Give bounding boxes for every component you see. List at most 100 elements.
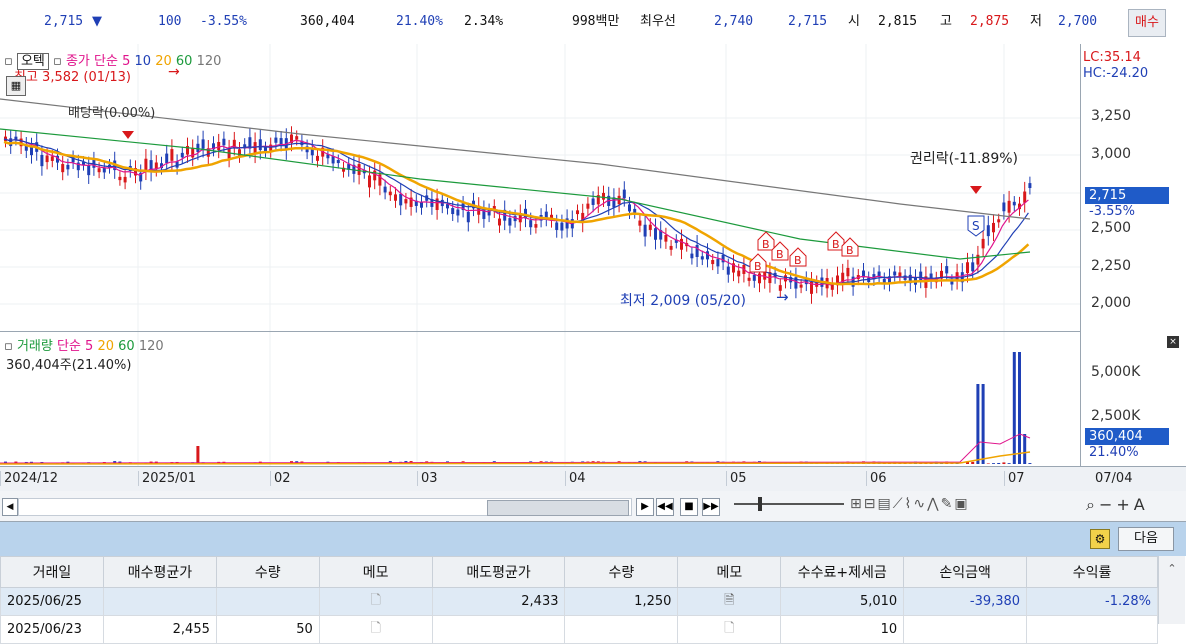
open-label: 시 — [848, 9, 860, 35]
chart-icon[interactable]: ▤ — [877, 496, 892, 512]
candle-body — [696, 245, 699, 257]
layout-icon[interactable]: ⊟ — [864, 496, 878, 512]
sell-signal-marker: S — [968, 216, 984, 236]
rewind-icon[interactable]: ◀◀ — [656, 498, 674, 516]
next-button[interactable]: 다음 — [1118, 527, 1174, 551]
cell-sell-avg: 2,433 — [432, 588, 565, 616]
candle-body — [633, 209, 636, 213]
fast-forward-icon[interactable]: ▶▶ — [702, 498, 720, 516]
scroll-up-icon[interactable]: ⌃ — [1159, 562, 1185, 575]
zoom-in-icon[interactable]: + — [1116, 495, 1133, 514]
trade-history-panel: ⚙ 다음 거래일 매수평균가 수량 메모 매도평균가 수량 메모 수수료+제세금… — [0, 522, 1186, 624]
svg-text:B: B — [762, 238, 770, 251]
wave-icon[interactable]: ∿ — [913, 496, 927, 512]
play-icon[interactable]: ▶ — [636, 498, 654, 516]
candle-body — [534, 224, 537, 228]
calendar-icon[interactable]: ▦ — [6, 76, 26, 96]
candle-body — [144, 159, 147, 171]
cell-sell-qty — [565, 616, 678, 644]
settings-gear-icon[interactable]: ⚙ — [1090, 529, 1110, 549]
font-icon[interactable]: A — [1134, 495, 1149, 514]
memo-icon[interactable]: 🗋 — [319, 616, 432, 644]
candle-body — [987, 225, 990, 236]
cell-buy-qty — [216, 588, 319, 616]
buy-button[interactable]: 매수 — [1128, 9, 1166, 37]
save-chart-icon[interactable]: ▣ — [954, 496, 969, 512]
ma-10-line — [4, 139, 1028, 284]
drawing-tools[interactable]: ⊞⊟▤⟋⌇∿⋀✎▣ — [850, 496, 970, 512]
candle-body — [264, 148, 267, 152]
zoom-tools[interactable]: ⌕−+A — [1086, 495, 1149, 515]
quote-bar: 2,715 ▼ 100 -3.55% 360,404 21.40% 2.34% … — [0, 0, 1186, 45]
rights-annotation: 권리락(-11.89%) — [910, 148, 1018, 168]
trendline-icon[interactable]: ⟋ — [893, 496, 905, 512]
candle-body — [118, 177, 121, 180]
col-fee[interactable]: 수수료+제세금 — [781, 557, 904, 588]
memo-icon[interactable]: 🗋 — [319, 588, 432, 616]
scroll-left-icon[interactable]: ◀ — [2, 498, 18, 516]
candle-body — [638, 221, 641, 226]
table-row[interactable]: 2025/06/25 🗋 2,433 1,250 🗎 5,010 -39,380… — [1, 588, 1158, 616]
table-scrollbar[interactable]: ⌃ — [1158, 556, 1185, 624]
col-sell-avg[interactable]: 매도평균가 — [432, 557, 565, 588]
col-buy-avg[interactable]: 매수평균가 — [103, 557, 216, 588]
candle-body — [170, 149, 173, 161]
volume-bar — [196, 446, 199, 464]
scroll-track[interactable] — [18, 498, 632, 516]
volume-bar — [1018, 352, 1021, 464]
cell-fee: 5,010 — [781, 588, 904, 616]
col-profit[interactable]: 손익금액 — [904, 557, 1027, 588]
candle-body — [259, 139, 262, 150]
candle-body — [846, 268, 849, 276]
candle-body — [217, 142, 220, 150]
memo-icon[interactable]: 🗋 — [678, 616, 781, 644]
pattern-icon[interactable]: ⋀ — [927, 496, 940, 512]
col-buy-memo[interactable]: 메모 — [319, 557, 432, 588]
table-row[interactable]: 2025/06/23 2,455 50 🗋 🗋 10 — [1, 616, 1158, 644]
candle-body — [368, 175, 371, 187]
candle-body — [40, 155, 43, 166]
candle-body — [945, 266, 948, 273]
candle-body — [196, 144, 199, 152]
candle-body — [389, 192, 392, 196]
col-return[interactable]: 수익률 — [1027, 557, 1158, 588]
candle-body — [508, 218, 511, 225]
stop-icon[interactable]: ■ — [680, 498, 698, 516]
volume-bar — [1013, 352, 1016, 464]
candle-body — [997, 219, 1000, 222]
volume-ma-20: 20 — [97, 339, 114, 354]
col-sell-memo[interactable]: 메모 — [678, 557, 781, 588]
buy-signal-marker: B — [790, 248, 806, 267]
candle-body — [404, 199, 407, 203]
volume-bar — [971, 462, 974, 464]
candle-body — [992, 223, 995, 232]
paint-icon[interactable]: ✎ — [941, 496, 955, 512]
col-buy-qty[interactable]: 수량 — [216, 557, 319, 588]
volume-subtitle: 360,404주(21.40%) — [6, 354, 131, 373]
scroll-thumb[interactable] — [487, 500, 629, 516]
candle-body — [878, 272, 881, 276]
candle-body — [436, 198, 439, 209]
high-annotation: 최고 3,582 (01/13) — [14, 66, 131, 85]
col-sell-qty[interactable]: 수량 — [565, 557, 678, 588]
current-price-tag: 2,715 — [1085, 187, 1169, 204]
zoom-out-icon[interactable]: − — [1099, 495, 1116, 514]
zoom-slider-handle[interactable] — [758, 497, 762, 511]
price-chart-canvas: BBBBBBS — [0, 44, 1080, 331]
volume-chart[interactable]: ▫ 거래량 단순 5 20 60 120 360,404주(21.40%) — [0, 332, 1080, 466]
price-chart[interactable]: BBBBBBS ▫ 오텍 ▫ 종가 단순 5 10 20 60 120 최고 3… — [0, 44, 1080, 332]
search-icon[interactable]: ⌕ — [1086, 495, 1099, 514]
volume-ratio: 21.40% — [396, 9, 443, 35]
candle-body — [181, 153, 184, 157]
close-panel-icon[interactable]: × — [1167, 336, 1179, 348]
candle-body — [966, 262, 969, 273]
price-change: 100 — [158, 9, 181, 35]
grid-icon[interactable]: ⊞ — [850, 496, 864, 512]
volume-bar — [1028, 463, 1031, 464]
volume-bar — [976, 384, 979, 464]
zoom-slider[interactable] — [734, 503, 844, 505]
memo-edit-icon[interactable]: 🗎 — [678, 588, 781, 616]
col-trade-date[interactable]: 거래일 — [1, 557, 104, 588]
cell-sell-qty: 1,250 — [565, 588, 678, 616]
current-pct-tag: -3.55% — [1089, 204, 1135, 219]
